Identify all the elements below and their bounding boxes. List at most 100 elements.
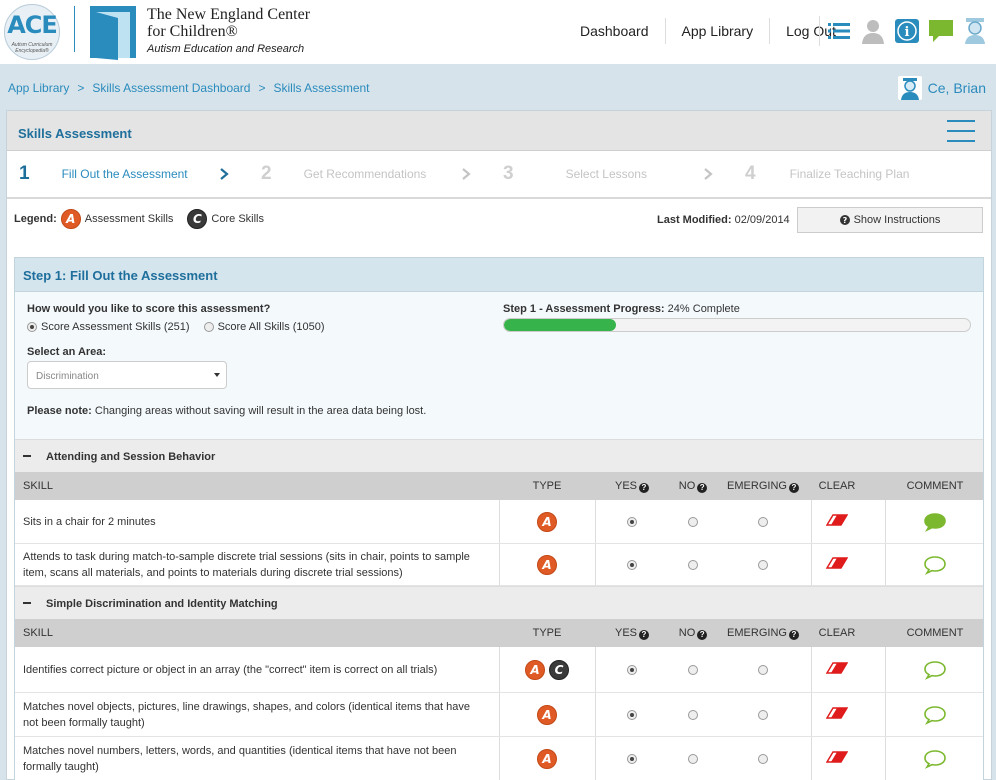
legend-label: Legend:	[14, 213, 57, 225]
clear-eraser-icon[interactable]	[826, 662, 848, 674]
area-select-value: Discrimination	[36, 371, 99, 382]
student-icon[interactable]	[960, 16, 990, 46]
list-icon[interactable]	[824, 16, 854, 46]
chevron-right-icon	[462, 168, 471, 180]
step-3[interactable]: 3 Select Lessons	[503, 151, 647, 197]
no-radio[interactable]	[688, 665, 698, 675]
step1-title: Step 1: Fill Out the Assessment	[23, 268, 218, 283]
nav-app-library[interactable]: App Library	[666, 18, 771, 44]
emerging-radio[interactable]	[758, 665, 768, 675]
emerging-radio[interactable]	[758, 517, 768, 527]
comment-icon[interactable]	[923, 705, 947, 725]
breadcrumb-skills-dashboard[interactable]: Skills Assessment Dashboard	[92, 81, 250, 95]
step-1[interactable]: 1 Fill Out the Assessment	[19, 151, 188, 197]
no-radio[interactable]	[688, 560, 698, 570]
emerging-radio[interactable]	[758, 754, 768, 764]
column-header-label: CLEAR	[818, 627, 856, 639]
chat-icon[interactable]	[926, 16, 956, 46]
clear-eraser-icon[interactable]	[826, 557, 848, 569]
table-row: Matches novel numbers, letters, words, a…	[15, 737, 983, 780]
comment-icon[interactable]	[923, 749, 947, 769]
breadcrumb: App Library > Skills Assessment Dashboard >…	[8, 81, 370, 95]
yes-radio[interactable]	[627, 710, 637, 720]
yes-radio[interactable]	[627, 560, 637, 570]
progress-value: 24% Complete	[667, 303, 740, 315]
ace-logo-text: ACE	[7, 11, 58, 39]
section-header[interactable]: Simple Discrimination and Identity Match…	[15, 586, 983, 619]
no-radio[interactable]	[688, 517, 698, 527]
user-silhouette-icon[interactable]	[858, 16, 888, 46]
area-change-note: Please note: Changing areas without savi…	[27, 405, 426, 417]
info-icon[interactable]: i	[892, 16, 922, 46]
area-select[interactable]: Discrimination	[27, 361, 227, 389]
step-4[interactable]: 4 Finalize Teaching Plan	[745, 151, 909, 197]
assessment-skill-badge: A	[537, 512, 557, 532]
column-header-label: SKILL	[23, 627, 53, 639]
legend-core-label: Core Skills	[211, 213, 264, 225]
ace-logo[interactable]: ACE Autism Curriculum Encyclopedia®	[4, 4, 60, 60]
core-skill-badge: C	[549, 660, 569, 680]
header-icons: i	[813, 14, 990, 48]
comment-icon[interactable]	[923, 660, 947, 680]
emerging-radio[interactable]	[758, 560, 768, 570]
panel-header: Skills Assessment	[7, 111, 991, 151]
comment-icon[interactable]	[923, 512, 947, 532]
hamburger-menu-icon[interactable]	[947, 120, 975, 144]
step-2-number: 2	[261, 163, 272, 184]
column-header: COMMENT	[875, 480, 995, 492]
step-2[interactable]: 2 Get Recommendations	[261, 151, 426, 197]
section-header[interactable]: Attending and Session Behavior	[15, 439, 983, 472]
select-area-label: Select an Area:	[27, 346, 107, 358]
org-tagline: Autism Education and Research	[147, 43, 305, 55]
score-question: How would you like to score this assessm…	[27, 303, 271, 315]
panel-title: Skills Assessment	[18, 126, 132, 141]
score-all-skills-label[interactable]: Score All Skills (1050)	[218, 321, 325, 333]
column-divider	[595, 647, 596, 692]
skill-text: Matches novel numbers, letters, words, a…	[23, 745, 457, 773]
step1-header: Step 1: Fill Out the Assessment	[15, 258, 983, 292]
yes-radio[interactable]	[627, 665, 637, 675]
no-radio[interactable]	[688, 754, 698, 764]
current-student[interactable]: Ce, Brian	[897, 76, 986, 100]
ace-logo-subtitle: Autism Curriculum Encyclopedia®	[11, 42, 53, 54]
table-row: Identifies correct picture or object in …	[15, 647, 983, 693]
score-options: Score Assessment Skills (251) Score All …	[27, 321, 339, 333]
column-header-label: CLEAR	[818, 480, 856, 492]
legend: Legend: A Assessment Skills C Core Skill…	[14, 209, 278, 229]
column-divider	[811, 693, 812, 736]
emerging-radio[interactable]	[758, 710, 768, 720]
clear-eraser-icon[interactable]	[826, 707, 848, 719]
table-header-row: SKILL TYPE YES? NO? EMERGING? CLEAR COMMENT	[15, 619, 983, 647]
comment-icon[interactable]	[923, 555, 947, 575]
column-header-label: COMMENT	[906, 627, 964, 639]
clear-eraser-icon[interactable]	[826, 751, 848, 763]
score-assessment-skills-radio[interactable]	[27, 322, 37, 332]
score-all-skills-radio[interactable]	[203, 322, 214, 332]
skill-type-badges: A	[499, 512, 595, 532]
skill-text: Sits in a chair for 2 minutes	[23, 516, 156, 528]
progress-label: Step 1 - Assessment Progress:	[503, 303, 665, 315]
yes-radio[interactable]	[627, 517, 637, 527]
score-assessment-skills-label[interactable]: Score Assessment Skills (251)	[41, 321, 190, 333]
skill-type-badges: A	[499, 555, 595, 575]
yes-radio[interactable]	[627, 754, 637, 764]
show-instructions-button[interactable]: ? Show Instructions	[797, 207, 983, 233]
assessment-progress-label: Step 1 - Assessment Progress: 24% Comple…	[503, 303, 740, 315]
assessment-skill-badge: A	[537, 555, 557, 575]
column-divider	[811, 737, 812, 780]
collapse-minus-icon[interactable]	[23, 602, 31, 604]
breadcrumb-app-library[interactable]: App Library	[8, 81, 69, 95]
chevron-right-icon	[220, 168, 229, 180]
no-radio[interactable]	[688, 710, 698, 720]
org-name-line1: The New England Center	[147, 6, 311, 23]
column-header-label: COMMENT	[906, 480, 964, 492]
clear-eraser-icon[interactable]	[826, 514, 848, 526]
assessment-skill-badge: A	[525, 660, 545, 680]
svg-text:?: ?	[842, 216, 847, 225]
column-header: COMMENT	[875, 627, 995, 639]
last-modified-value: 02/09/2014	[734, 214, 790, 226]
nav-dashboard[interactable]: Dashboard	[564, 18, 666, 44]
chevron-right-icon	[704, 168, 713, 180]
collapse-minus-icon[interactable]	[23, 455, 31, 457]
column-header-label: TYPE	[532, 627, 562, 639]
